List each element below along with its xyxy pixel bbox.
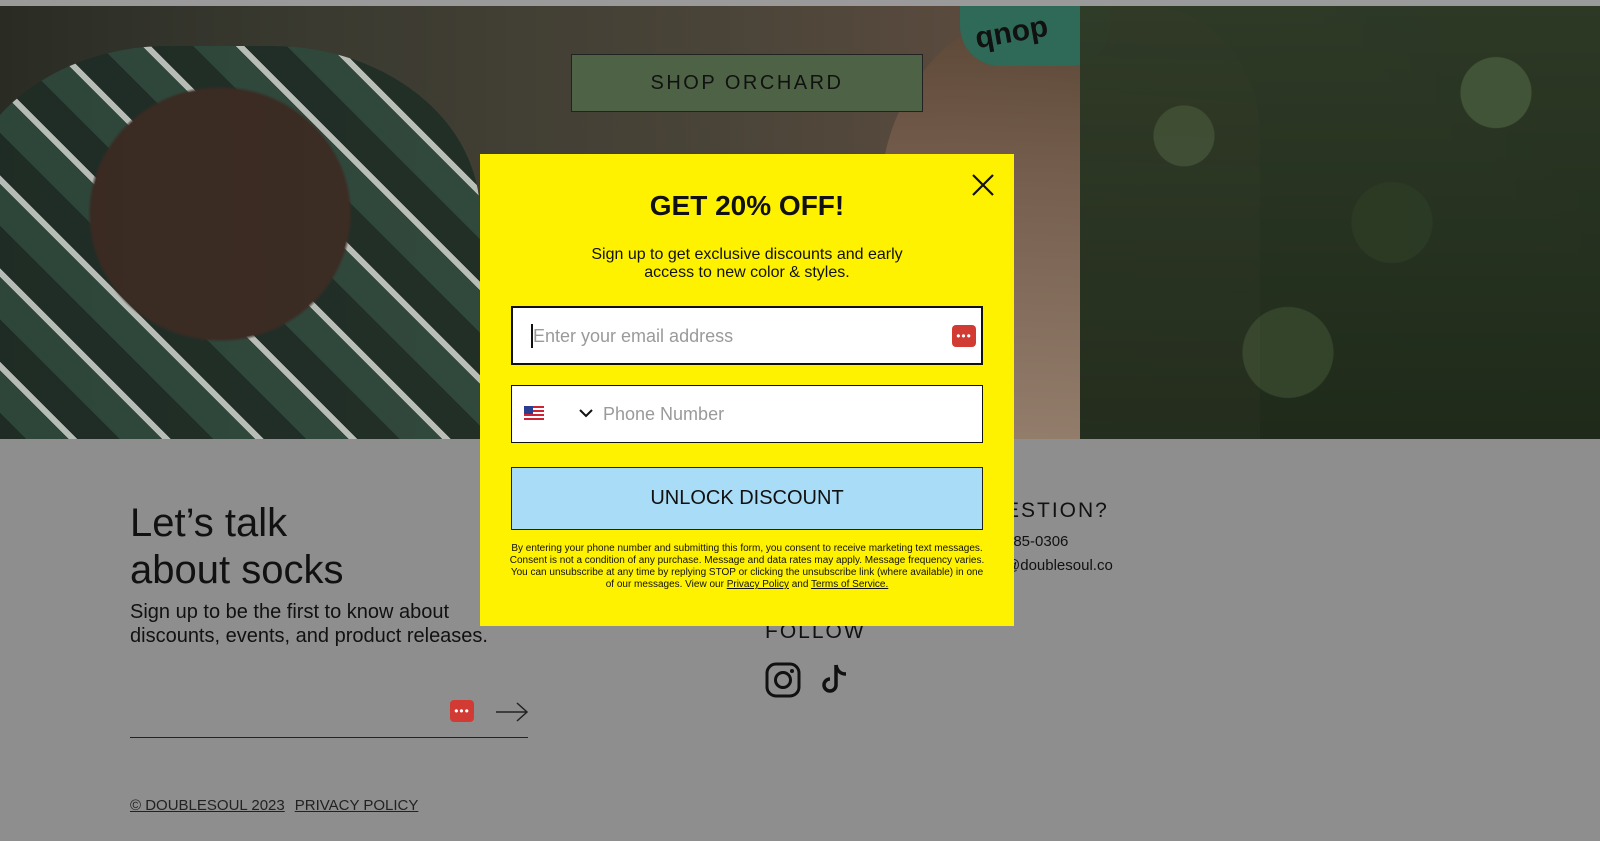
- popup-title: GET 20% OFF!: [649, 190, 845, 221]
- legal-and: and: [791, 579, 809, 590]
- privacy-policy-link[interactable]: PRIVACY POLICY: [295, 797, 419, 814]
- instagram-icon[interactable]: [764, 661, 802, 699]
- password-manager-icon[interactable]: •••: [450, 700, 474, 722]
- legal-privacy-link[interactable]: Privacy Policy: [727, 579, 789, 590]
- email-placeholder: Enter your email address: [533, 326, 734, 346]
- footer-email-input[interactable]: •••: [130, 690, 529, 738]
- footer-heading-line2: about socks: [130, 548, 344, 592]
- hero-foliage: [1080, 6, 1600, 439]
- question-heading: ESTION?: [1005, 499, 1109, 522]
- hero-person-left: [0, 46, 480, 439]
- phone-field[interactable]: Phone Number: [511, 385, 983, 443]
- legal-text: By entering your phone number and submit…: [508, 543, 986, 591]
- password-manager-icon[interactable]: •••: [952, 325, 976, 347]
- discount-popup: GET 20% OFF! Sign up to get exclusive di…: [480, 154, 1014, 626]
- footer-heading-line1: Let’s talk: [130, 501, 288, 545]
- footer-heading: Let’s talk about socks: [130, 500, 530, 594]
- popup-subtitle: Sign up to get exclusive discounts and e…: [591, 246, 903, 281]
- tiktok-icon[interactable]: [816, 661, 854, 699]
- footer-links: © DOUBLESOUL 2023 PRIVACY POLICY: [130, 797, 418, 814]
- arrow-right-icon[interactable]: [495, 700, 529, 724]
- email-field[interactable]: Enter your email address •••: [511, 306, 983, 365]
- chevron-down-icon[interactable]: [578, 406, 594, 420]
- contact-phone[interactable]: 585-0306: [1005, 533, 1068, 550]
- footer-subtext: Sign up to be the first to know about di…: [130, 601, 488, 647]
- shop-orchard-button[interactable]: SHOP ORCHARD: [571, 54, 923, 112]
- legal-terms-link[interactable]: Terms of Service.: [811, 579, 888, 590]
- contact-email[interactable]: @doublesoul.co: [1005, 557, 1113, 574]
- phone-placeholder: Phone Number: [603, 404, 725, 424]
- copyright-link[interactable]: © DOUBLESOUL 2023: [130, 797, 285, 814]
- us-flag-icon[interactable]: [524, 406, 544, 420]
- unlock-discount-button[interactable]: UNLOCK DISCOUNT: [511, 467, 983, 530]
